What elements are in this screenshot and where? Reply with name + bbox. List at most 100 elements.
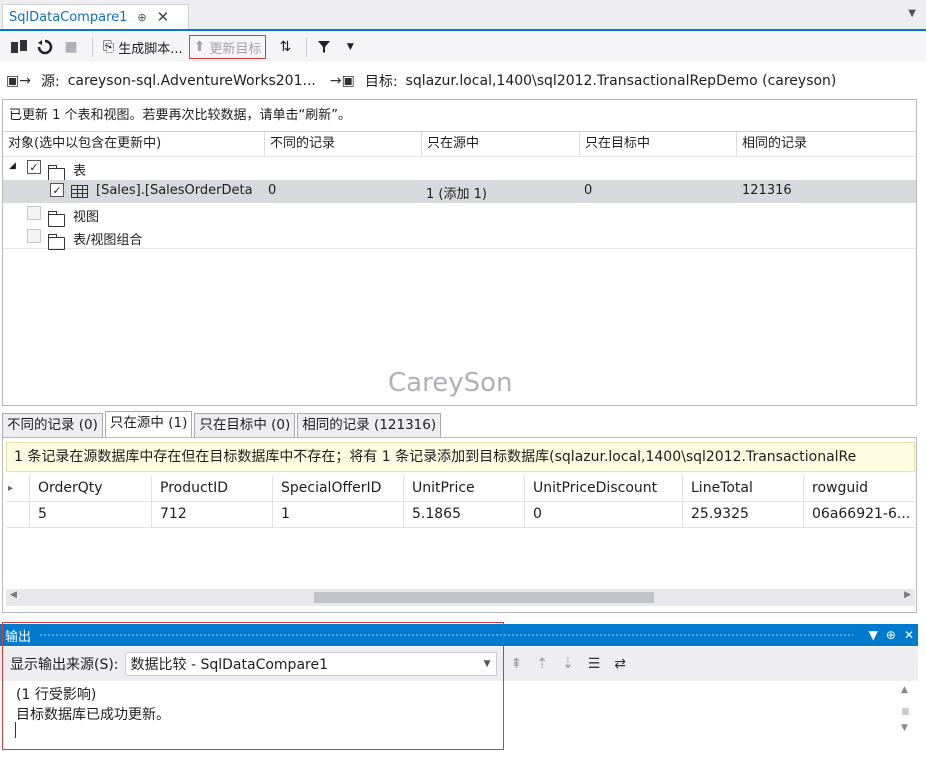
tab-identical[interactable]: 相同的记录 (121316)	[297, 413, 442, 437]
column-header-different[interactable]: 不同的记录	[265, 132, 422, 156]
stop-icon[interactable]: ■	[60, 37, 82, 57]
panel-dropdown-icon[interactable]: ▼	[869, 628, 878, 642]
up-arrow-icon: ⬆	[193, 39, 206, 55]
cell[interactable]: 5	[30, 502, 152, 528]
detail-panel: 1 条记录在源数据库中存在但在目标数据库中不存在；将有 1 条记录添加到目标数据…	[2, 437, 917, 613]
pin-icon[interactable]: ⊕	[886, 628, 896, 642]
output-line: 目标数据库已成功更新。	[16, 707, 170, 723]
combos-label: 表/视图组合	[73, 233, 143, 248]
horizontal-scrollbar[interactable]: ◀ ▶	[6, 589, 915, 606]
folder-icon	[47, 233, 65, 250]
row-only-source[interactable]: 1 (添加 1)	[426, 183, 487, 202]
tab-only-target[interactable]: 只在目标中 (0)	[194, 413, 296, 437]
cell[interactable]: 1	[273, 502, 404, 528]
cell[interactable]: 0	[525, 502, 683, 528]
filter-icon[interactable]	[313, 37, 335, 57]
tree-group-views[interactable]: 视图	[3, 203, 916, 227]
pin-icon[interactable]: ⊕	[137, 11, 146, 24]
detail-grid-header: ▸ OrderQty ProductID SpecialOfferID Unit…	[6, 476, 915, 502]
target-db-icon: →▣	[329, 73, 355, 89]
output-title: 输出	[5, 629, 32, 645]
collapse-icon[interactable]: ◢	[9, 161, 16, 171]
column-header[interactable]: SpecialOfferID	[273, 476, 404, 502]
scroll-down-icon[interactable]: ▼	[901, 723, 908, 733]
source-value[interactable]: careyson-sql.AdventureWorks201...	[68, 73, 316, 89]
compare-grid-header: 对象(选中以包含在更新中) 不同的记录 只在源中 只在目标中 相同的记录	[3, 132, 916, 157]
tree-group-tables[interactable]: ◢ ✓ 表	[3, 157, 916, 181]
scroll-left-icon[interactable]: ◀	[10, 590, 17, 600]
connection-bar: ▣→ 源: careyson-sql.AdventureWorks201... …	[0, 63, 926, 99]
tables-checkbox[interactable]: ✓	[27, 160, 41, 174]
column-header[interactable]: UnitPrice	[404, 476, 525, 502]
column-header[interactable]: OrderQty	[30, 476, 152, 502]
document-tab[interactable]: SqlDataCompare1 ⊕ ✕	[2, 4, 189, 29]
word-wrap-icon[interactable]: ⇄	[614, 656, 626, 672]
scroll-right-icon[interactable]: ▶	[904, 590, 911, 600]
update-target-label: 更新目标	[209, 41, 262, 57]
row-checkbox[interactable]: ✓	[50, 183, 64, 197]
next-message-icon[interactable]: ⇣	[562, 656, 574, 672]
cell[interactable]: 06a66921-6...	[804, 502, 915, 528]
table-icon	[71, 185, 88, 198]
column-header[interactable]: rowguid	[804, 476, 915, 502]
toolbar: ■ ⎘ 生成脚本... ⬆ 更新目标 ⇅ ▼	[0, 32, 926, 62]
clear-all-icon[interactable]: ☰	[588, 656, 601, 672]
refresh-icon[interactable]	[34, 37, 56, 57]
previous-message-icon[interactable]: ⇡	[536, 656, 548, 672]
document-tab-title: SqlDataCompare1	[9, 9, 128, 25]
column-header-identical[interactable]: 相同的记录	[737, 132, 916, 156]
toolbar-separator	[306, 37, 308, 57]
detail-info-bar: 1 条记录在源数据库中存在但在目标数据库中不存在；将有 1 条记录添加到目标数据…	[6, 442, 915, 472]
row-header-cell: ▸	[6, 476, 30, 502]
target-value[interactable]: sqlazur.local,1400\sql2012.Transactional…	[406, 73, 837, 89]
views-checkbox[interactable]	[27, 206, 41, 220]
column-header[interactable]: UnitPriceDiscount	[525, 476, 683, 502]
scrollbar-thumb[interactable]	[314, 592, 654, 603]
text-cursor	[15, 722, 16, 738]
table-row[interactable]: ✓ [Sales].[SalesOrderDeta 0 1 (添加 1) 0 1…	[3, 180, 916, 203]
sync-icon[interactable]: ⇅	[274, 37, 296, 57]
close-icon[interactable]: ✕	[904, 628, 914, 642]
cell[interactable]: 712	[152, 502, 273, 528]
scrollbar-thumb[interactable]: ■	[901, 707, 910, 717]
find-message-icon[interactable]: ⇞	[511, 656, 523, 672]
target-label: 目标:	[364, 74, 398, 90]
tab-different[interactable]: 不同的记录 (0)	[2, 413, 103, 437]
cell[interactable]: 5.1865	[404, 502, 525, 528]
scroll-up-icon[interactable]: ▲	[901, 685, 908, 695]
update-target-button[interactable]: ⬆ 更新目标	[188, 35, 267, 59]
document-tab-strip: SqlDataCompare1 ⊕ ✕ ▼	[0, 0, 926, 31]
views-label: 视图	[73, 210, 100, 225]
tree-group-combos[interactable]: 表/视图组合	[3, 226, 916, 250]
column-header[interactable]: LineTotal	[683, 476, 804, 502]
generate-script-button[interactable]: ⎘ 生成脚本...	[99, 35, 187, 59]
source-label: 源:	[40, 74, 60, 90]
script-icon: ⎘	[103, 39, 115, 55]
output-source-select[interactable]: 数据比较 - SqlDataCompare1 ▼	[124, 652, 497, 676]
generate-script-label: 生成脚本...	[118, 41, 183, 57]
filter-dropdown-icon[interactable]: ▼	[339, 37, 361, 57]
row-only-target: 0	[584, 183, 593, 198]
combos-checkbox[interactable]	[27, 229, 41, 243]
column-header-only-source[interactable]: 只在源中	[422, 132, 580, 156]
row-identical: 121316	[742, 183, 792, 198]
close-icon[interactable]: ✕	[157, 8, 170, 26]
tab-dropdown-icon[interactable]: ▼	[908, 8, 916, 19]
column-header-only-target[interactable]: 只在目标中	[580, 132, 737, 156]
output-text[interactable]: (1 行受影响) 目标数据库已成功更新。	[6, 683, 896, 761]
column-header[interactable]: ProductID	[152, 476, 273, 502]
output-line: (1 行受影响)	[16, 687, 97, 703]
column-header-object[interactable]: 对象(选中以包含在更新中)	[3, 132, 265, 156]
output-source-label: 显示输出来源(S):	[10, 657, 119, 673]
status-message: 已更新 1 个表和视图。若要再次比较数据，请单击“刷新”。	[3, 100, 916, 132]
vertical-scrollbar[interactable]: ▲ ■ ▼	[898, 683, 915, 761]
compare-results-panel: 已更新 1 个表和视图。若要再次比较数据，请单击“刷新”。 对象(选中以包含在更…	[2, 99, 917, 406]
row-object-name: [Sales].[SalesOrderDeta	[96, 183, 253, 198]
tab-only-source[interactable]: 只在源中 (1)	[104, 411, 193, 437]
tables-label: 表	[73, 164, 87, 179]
row-header-cell	[6, 502, 30, 528]
connection-icon[interactable]	[8, 37, 30, 57]
cell[interactable]: 25.9325	[683, 502, 804, 528]
table-row[interactable]: 5 712 1 5.1865 0 25.9325 06a66921-6...	[6, 502, 915, 528]
source-db-icon: ▣→	[6, 73, 31, 89]
